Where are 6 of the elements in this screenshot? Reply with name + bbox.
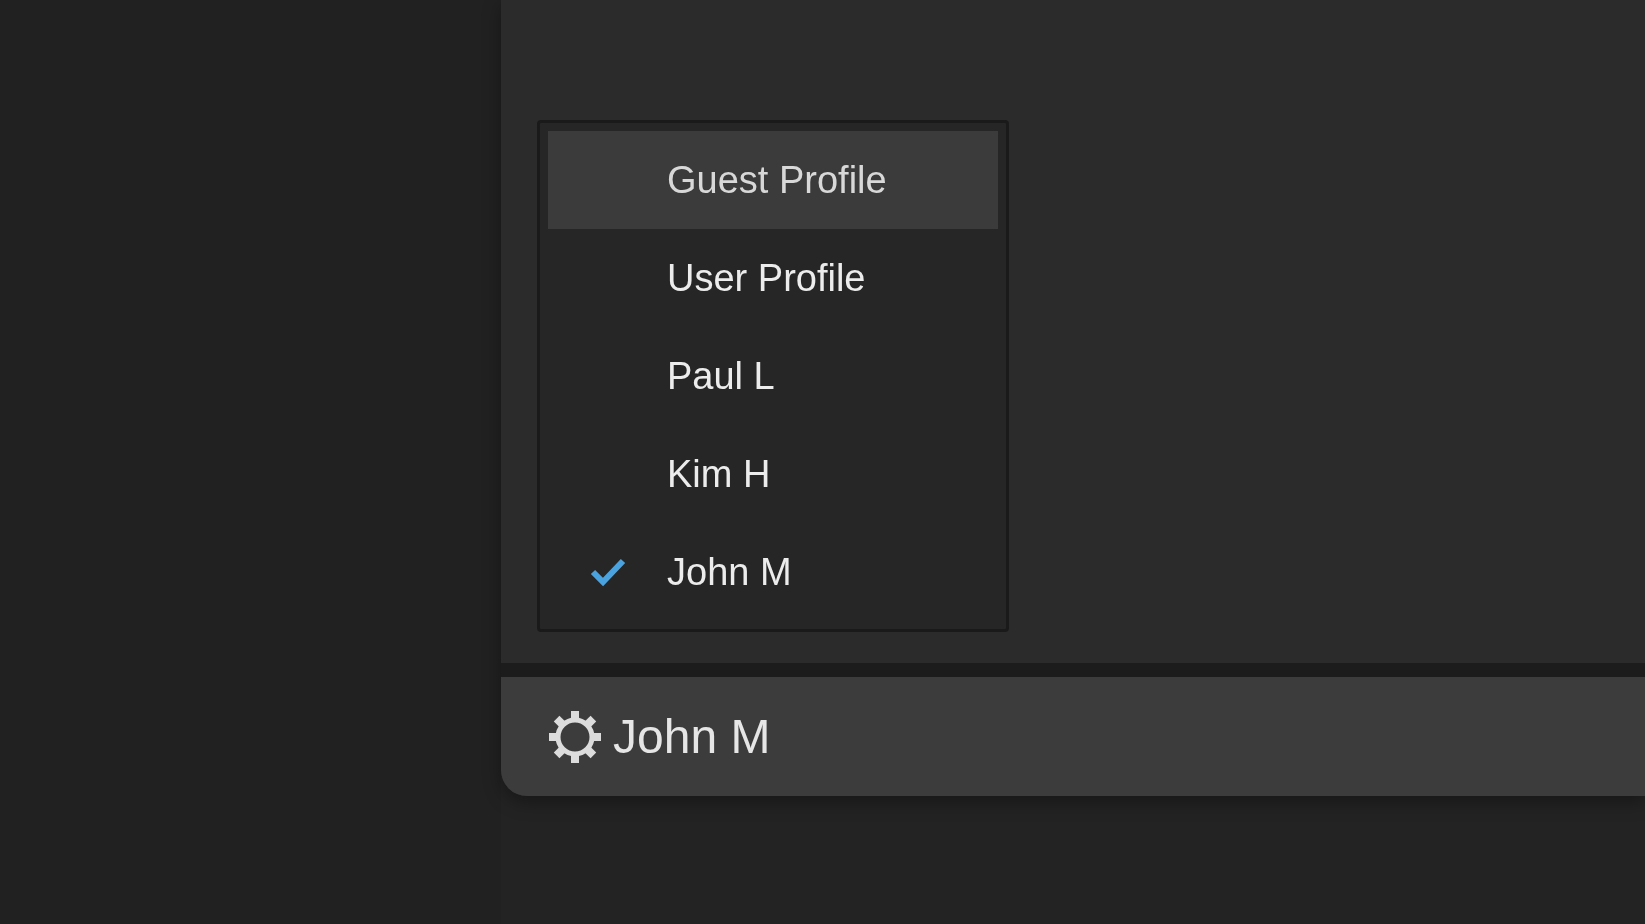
menu-item[interactable]: User Profile — [548, 229, 998, 327]
menu-item[interactable]: Paul L — [548, 327, 998, 425]
current-profile-name[interactable]: John M — [613, 709, 771, 764]
menu-item[interactable]: Kim H — [548, 425, 998, 523]
menu-item[interactable]: John M — [548, 523, 998, 621]
menu-item[interactable]: Guest Profile — [548, 131, 998, 229]
